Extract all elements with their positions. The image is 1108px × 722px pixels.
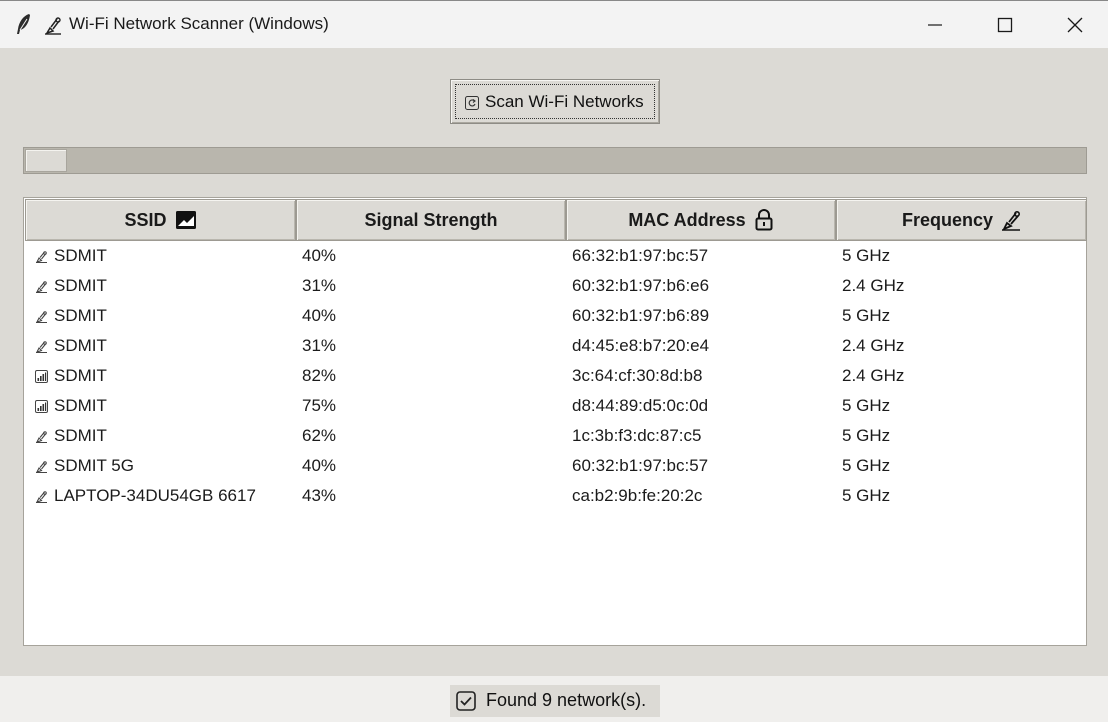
cell-signal-strength: 40% (302, 306, 337, 325)
cell-signal-strength: 43% (302, 486, 337, 505)
close-icon (1067, 17, 1083, 33)
status-message: Found 9 network(s). (450, 685, 660, 717)
satellite-icon (35, 310, 48, 323)
cell-signal-strength: 82% (302, 366, 337, 385)
satellite-icon (35, 250, 48, 263)
column-header-frequency[interactable]: Frequency (836, 199, 1087, 241)
cell-mac-address: d8:44:89:d5:0c:0d (572, 396, 709, 415)
scan-button-label: Scan Wi-Fi Networks (485, 92, 644, 111)
cell-mac-address: d4:45:e8:b7:20:e4 (572, 336, 710, 355)
signal-bars-icon (35, 400, 48, 413)
cell-mac-address: 1c:3b:f3:dc:87:c5 (572, 426, 702, 445)
maximize-icon (997, 17, 1013, 33)
cell-signal-strength: 31% (302, 336, 337, 355)
cell-mac-address: 3c:64:cf:30:8d:b8 (572, 366, 703, 385)
feather-icon (14, 13, 34, 35)
app-window: Wi-Fi Network Scanner (Windows) Scan Wi-… (0, 0, 1108, 722)
cell-signal-strength: 40% (302, 246, 337, 265)
scan-progress-bar (23, 147, 1087, 174)
cell-frequency: 2.4 GHz (842, 336, 905, 355)
status-bar: Found 9 network(s). (0, 676, 1108, 722)
cell-ssid: SDMIT (54, 306, 107, 325)
satellite-icon (44, 15, 62, 35)
table-row[interactable]: SDMIT 40% 66:32:b1:97:bc:57 5 GHz (25, 241, 1087, 271)
satellite-icon (35, 280, 48, 293)
status-text: Found 9 network(s). (486, 690, 647, 710)
cell-frequency: 5 GHz (842, 306, 891, 325)
title-bar[interactable]: Wi-Fi Network Scanner (Windows) (0, 0, 1108, 48)
table-row[interactable]: SDMIT 40% 60:32:b1:97:b6:89 5 GHz (25, 301, 1087, 331)
satellite-icon (35, 490, 48, 503)
maximize-button[interactable] (970, 1, 1040, 49)
cell-signal-strength: 75% (302, 396, 337, 415)
table-row[interactable]: SDMIT 5G 40% 60:32:b1:97:bc:57 5 GHz (25, 451, 1087, 481)
refresh-icon (465, 96, 479, 110)
cell-frequency: 2.4 GHz (842, 366, 905, 385)
check-box-icon (456, 691, 476, 711)
column-header-ssid[interactable]: SSID (25, 199, 296, 241)
table-row[interactable]: SDMIT 82% 3c:64:cf:30:8d:b8 2.4 GHz (25, 361, 1087, 391)
cell-frequency: 2.4 GHz (842, 276, 905, 295)
cell-ssid: LAPTOP-34DU54GB 6617 (54, 486, 256, 505)
cell-frequency: 5 GHz (842, 396, 891, 415)
satellite-icon (35, 460, 48, 473)
close-button[interactable] (1040, 1, 1108, 49)
cell-frequency: 5 GHz (842, 426, 891, 445)
lock-icon (754, 209, 774, 231)
cell-ssid: SDMIT 5G (54, 456, 134, 475)
signal-bars-icon (35, 370, 48, 383)
column-label: SSID (124, 209, 167, 230)
cell-mac-address: 60:32:b1:97:b6:e6 (572, 276, 710, 295)
table-row[interactable]: LAPTOP-34DU54GB 6617 43% ca:b2:9b:fe:20:2c… (25, 481, 1087, 511)
cell-mac-address: ca:b2:9b:fe:20:2c (572, 486, 703, 505)
networks-table[interactable]: SSID Signal Strength MAC Address Frequen… (23, 197, 1087, 646)
table-header: SSID Signal Strength MAC Address Frequen… (25, 199, 1087, 241)
table-row[interactable]: SDMIT 62% 1c:3b:f3:dc:87:c5 5 GHz (25, 421, 1087, 451)
table-row[interactable]: SDMIT 31% 60:32:b1:97:b6:e6 2.4 GHz (25, 271, 1087, 301)
cell-ssid: SDMIT (54, 396, 107, 415)
cell-ssid: SDMIT (54, 246, 107, 265)
column-label: Frequency (901, 209, 994, 230)
cell-frequency: 5 GHz (842, 486, 891, 505)
cell-mac-address: 66:32:b1:97:bc:57 (572, 246, 709, 265)
cell-signal-strength: 62% (302, 426, 337, 445)
cell-signal-strength: 40% (302, 456, 337, 475)
minimize-icon (928, 24, 942, 26)
column-label: MAC Address (628, 209, 746, 230)
satellite-icon (1001, 209, 1021, 231)
satellite-icon (35, 340, 48, 353)
scan-networks-button[interactable]: Scan Wi-Fi Networks (450, 79, 660, 124)
satellite-icon (35, 430, 48, 443)
cell-signal-strength: 31% (302, 276, 337, 295)
progress-indicator (25, 149, 67, 172)
column-header-signal[interactable]: Signal Strength (296, 199, 566, 241)
table-row[interactable]: SDMIT 31% d4:45:e8:b7:20:e4 2.4 GHz (25, 331, 1087, 361)
image-icon (175, 210, 197, 230)
cell-ssid: SDMIT (54, 276, 107, 295)
column-header-mac[interactable]: MAC Address (566, 199, 836, 241)
cell-ssid: SDMIT (54, 426, 107, 445)
cell-ssid: SDMIT (54, 336, 107, 355)
minimize-button[interactable] (900, 1, 970, 49)
window-title: Wi-Fi Network Scanner (Windows) (69, 14, 329, 33)
cell-frequency: 5 GHz (842, 246, 891, 265)
cell-ssid: SDMIT (54, 366, 107, 385)
column-label: Signal Strength (364, 209, 498, 230)
cell-mac-address: 60:32:b1:97:b6:89 (572, 306, 710, 325)
cell-frequency: 5 GHz (842, 456, 891, 475)
table-row[interactable]: SDMIT 75% d8:44:89:d5:0c:0d 5 GHz (25, 391, 1087, 421)
cell-mac-address: 60:32:b1:97:bc:57 (572, 456, 709, 475)
